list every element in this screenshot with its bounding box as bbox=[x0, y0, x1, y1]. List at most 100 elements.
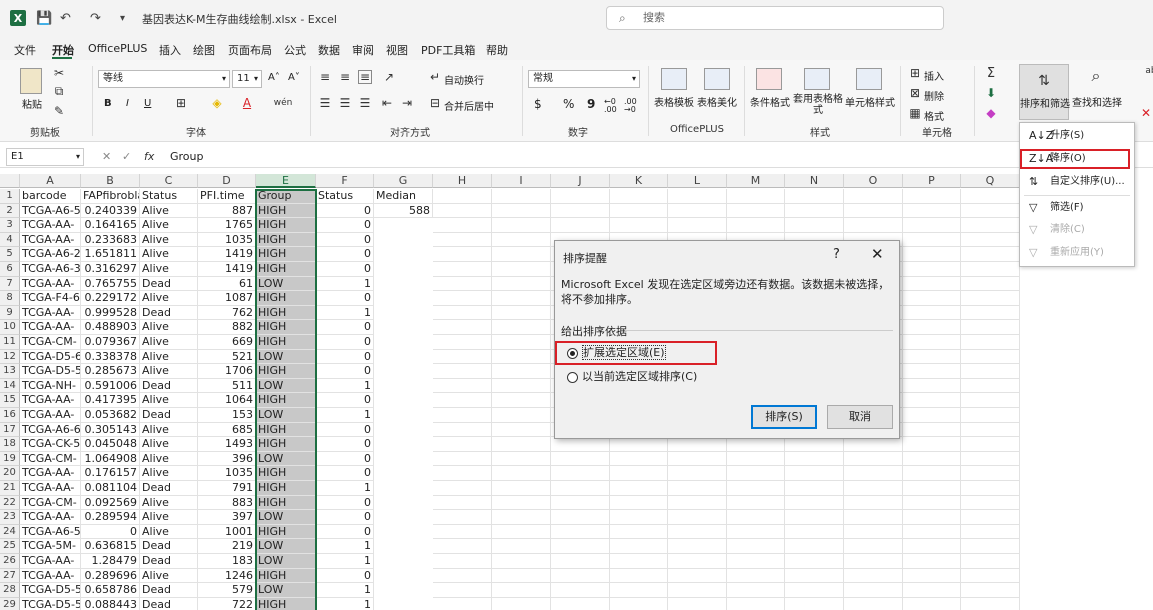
table-cell[interactable]: 153 bbox=[198, 408, 256, 423]
empty-cell[interactable] bbox=[668, 451, 727, 467]
empty-cell[interactable] bbox=[433, 232, 492, 248]
empty-cell[interactable] bbox=[785, 189, 844, 204]
empty-cell[interactable] bbox=[785, 437, 844, 452]
row-header[interactable]: 10 bbox=[0, 320, 20, 335]
empty-cell[interactable] bbox=[433, 203, 492, 219]
help-icon[interactable]: ? bbox=[833, 247, 840, 262]
table-cell[interactable]: Alive bbox=[140, 364, 198, 379]
table-cell[interactable]: 0.417395 bbox=[81, 393, 140, 408]
align-right-icon[interactable]: ☰ bbox=[358, 96, 372, 110]
empty-cell[interactable] bbox=[433, 539, 492, 554]
median-value-cell[interactable]: 588 bbox=[374, 203, 433, 219]
menu-home[interactable]: 开始 bbox=[52, 42, 74, 58]
table-cell[interactable]: 0.045048 bbox=[81, 437, 140, 452]
table-cell[interactable]: 0.765755 bbox=[81, 276, 140, 292]
table-cell[interactable]: 1 bbox=[316, 583, 374, 598]
empty-cell[interactable] bbox=[903, 583, 961, 598]
column-header[interactable]: E bbox=[256, 174, 316, 188]
table-cell[interactable]: 669 bbox=[198, 335, 256, 350]
empty-cell[interactable] bbox=[610, 524, 668, 540]
cell-styles-icon[interactable] bbox=[856, 68, 882, 90]
sort-menu-item[interactable]: ▽ 清除(C) bbox=[1020, 219, 1134, 241]
empty-cell[interactable] bbox=[961, 466, 1020, 481]
empty-cell[interactable] bbox=[961, 568, 1020, 584]
italic-button[interactable]: I bbox=[126, 98, 129, 109]
row-header[interactable]: 1 bbox=[0, 189, 20, 204]
table-cell[interactable]: TCGA-CM- bbox=[20, 451, 81, 467]
row-header[interactable]: 12 bbox=[0, 349, 20, 365]
merge-center-button[interactable]: 合并后居中 bbox=[444, 98, 494, 113]
empty-cell[interactable] bbox=[492, 466, 551, 481]
table-cell[interactable]: 882 bbox=[198, 320, 256, 335]
table-cell[interactable]: 1 bbox=[316, 597, 374, 610]
empty-cell[interactable] bbox=[903, 437, 961, 452]
header-cell[interactable]: FAPfibroblasts bbox=[81, 189, 140, 204]
empty-cell[interactable] bbox=[785, 481, 844, 496]
empty-cell[interactable] bbox=[903, 262, 961, 277]
empty-cell[interactable] bbox=[961, 247, 1020, 262]
empty-cell[interactable] bbox=[727, 495, 785, 511]
column-header[interactable]: I bbox=[492, 174, 551, 188]
empty-cell[interactable] bbox=[903, 568, 961, 584]
table-cell[interactable]: Alive bbox=[140, 437, 198, 452]
empty-cell[interactable] bbox=[492, 422, 551, 438]
insert-cells-icon[interactable]: ⊞ bbox=[908, 66, 922, 80]
table-cell[interactable]: 0 bbox=[316, 466, 374, 481]
table-cell[interactable]: 1.651811 bbox=[81, 247, 140, 262]
table-cell[interactable]: TCGA-A6-2 bbox=[20, 247, 81, 262]
grow-font-button[interactable]: A˄ bbox=[268, 72, 280, 83]
empty-cell[interactable] bbox=[961, 583, 1020, 598]
empty-cell[interactable] bbox=[961, 481, 1020, 496]
empty-cell[interactable] bbox=[844, 510, 903, 525]
function-icon[interactable]: fx bbox=[144, 150, 154, 163]
empty-cell[interactable] bbox=[903, 597, 961, 610]
empty-cell[interactable] bbox=[961, 276, 1020, 292]
empty-cell[interactable] bbox=[844, 481, 903, 496]
empty-cell[interactable] bbox=[433, 422, 492, 438]
shrink-font-button[interactable]: A˅ bbox=[288, 72, 300, 83]
empty-cell[interactable] bbox=[551, 203, 610, 219]
row-header[interactable]: 18 bbox=[0, 437, 20, 452]
empty-cell[interactable] bbox=[844, 203, 903, 219]
table-cell[interactable]: 0.092569 bbox=[81, 495, 140, 511]
empty-cell[interactable] bbox=[433, 247, 492, 262]
sort-menu-item[interactable]: A↓Z 升序(S) bbox=[1020, 125, 1134, 147]
wrap-text-button[interactable]: 自动换行 bbox=[444, 72, 484, 87]
empty-cell[interactable] bbox=[903, 466, 961, 481]
empty-cell[interactable] bbox=[727, 597, 785, 610]
row-header[interactable]: 2 bbox=[0, 203, 20, 219]
empty-cell[interactable] bbox=[961, 422, 1020, 438]
menu-officeplus[interactable]: OfficePLUS bbox=[88, 42, 147, 55]
empty-cell[interactable] bbox=[961, 291, 1020, 306]
empty-cell[interactable] bbox=[433, 437, 492, 452]
close-icon[interactable]: ✕ bbox=[871, 245, 884, 263]
fill-icon[interactable]: ⬇ bbox=[984, 86, 998, 100]
empty-cell[interactable] bbox=[551, 437, 610, 452]
side-close-icon[interactable]: ✕ bbox=[1140, 106, 1152, 120]
table-cell[interactable]: Dead bbox=[140, 305, 198, 321]
table-cell[interactable]: 1765 bbox=[198, 218, 256, 233]
table-cell[interactable]: 1 bbox=[316, 408, 374, 423]
name-box[interactable]: E1 ▾ bbox=[6, 148, 84, 166]
empty-cell[interactable] bbox=[727, 466, 785, 481]
table-cell[interactable]: 0 bbox=[316, 247, 374, 262]
row-header[interactable]: 25 bbox=[0, 539, 20, 554]
table-cell[interactable]: Alive bbox=[140, 422, 198, 438]
empty-cell[interactable] bbox=[903, 218, 961, 233]
row-header[interactable]: 19 bbox=[0, 451, 20, 467]
table-cell[interactable]: 0 bbox=[316, 524, 374, 540]
empty-cell[interactable] bbox=[610, 510, 668, 525]
empty-cell[interactable] bbox=[433, 568, 492, 584]
font-color-icon[interactable]: A bbox=[240, 96, 254, 110]
table-cell[interactable]: 0.229172 bbox=[81, 291, 140, 306]
format-as-table-icon[interactable] bbox=[804, 68, 830, 90]
column-header[interactable]: L bbox=[668, 174, 727, 188]
empty-cell[interactable] bbox=[668, 554, 727, 569]
empty-cell[interactable] bbox=[433, 583, 492, 598]
table-cell[interactable]: HIGH bbox=[256, 232, 316, 248]
empty-cell[interactable] bbox=[492, 524, 551, 540]
table-cell[interactable]: TCGA-AA- bbox=[20, 554, 81, 569]
empty-cell[interactable] bbox=[785, 466, 844, 481]
empty-cell[interactable] bbox=[551, 218, 610, 233]
column-header[interactable]: D bbox=[198, 174, 256, 188]
